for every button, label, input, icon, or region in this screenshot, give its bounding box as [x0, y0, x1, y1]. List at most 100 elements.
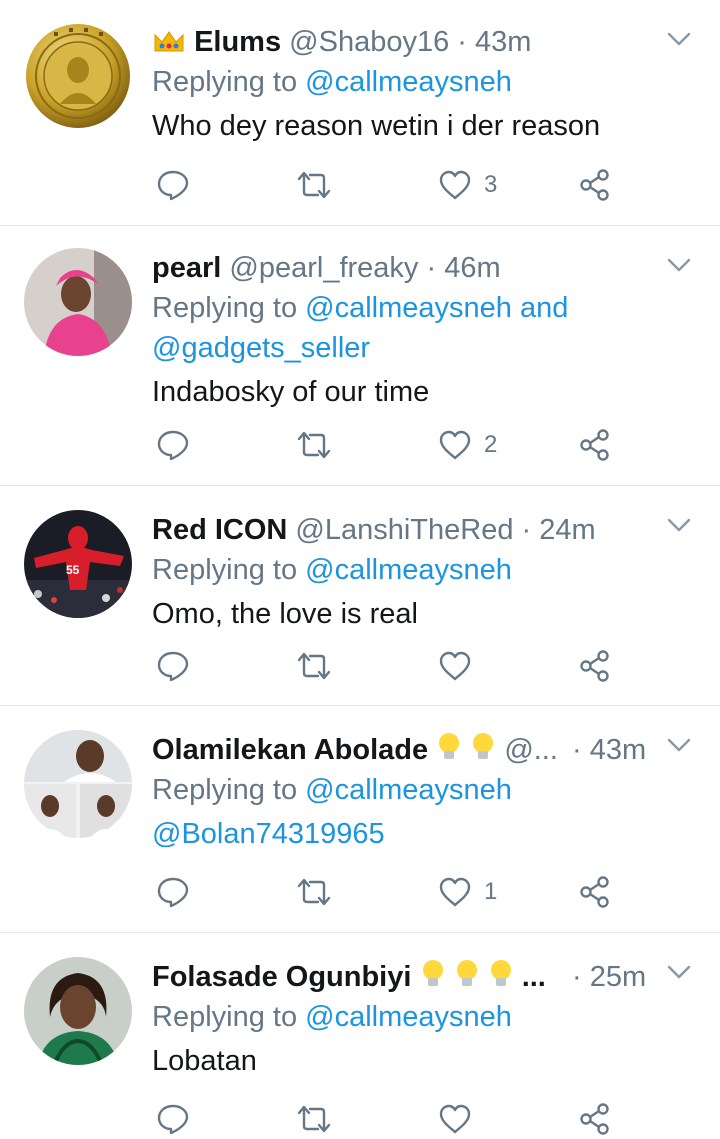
- reply-button[interactable]: [156, 425, 190, 465]
- retweet-button[interactable]: [296, 425, 332, 465]
- coin-avatar: [24, 22, 132, 130]
- avatar[interactable]: [24, 957, 132, 1065]
- reply-context: Replying to @callmeaysneh: [152, 997, 700, 1037]
- tweet-text: Omo, the love is real: [152, 598, 418, 630]
- display-name[interactable]: Olamilekan Abolade: [152, 734, 428, 766]
- handle[interactable]: @Shaboy16: [289, 26, 449, 58]
- lightbulb-icon: [454, 958, 480, 1001]
- reply-button[interactable]: [156, 872, 190, 912]
- reply-button[interactable]: [156, 165, 190, 205]
- like-button[interactable]: 1: [438, 872, 497, 912]
- reply-button[interactable]: [156, 646, 190, 686]
- handle[interactable]: @pearl_freaky: [229, 252, 418, 284]
- chevron-down-icon[interactable]: [666, 959, 692, 985]
- timestamp[interactable]: 46m: [444, 252, 500, 284]
- like-button[interactable]: [438, 646, 484, 686]
- action-bar: 3: [152, 165, 720, 205]
- timestamp[interactable]: 24m: [539, 514, 595, 546]
- lightbulb-icon: [420, 958, 446, 1001]
- share-button[interactable]: [578, 165, 612, 205]
- reply-button[interactable]: [156, 1099, 190, 1139]
- action-bar: 2: [152, 425, 720, 465]
- share-icon: [580, 169, 609, 201]
- retweet-button[interactable]: [296, 872, 332, 912]
- timestamp[interactable]: 43m: [590, 734, 646, 766]
- mention-link[interactable]: @callmeaysneh: [305, 1001, 512, 1033]
- display-name[interactable]: Folasade Ogunbiyi: [152, 961, 411, 993]
- chevron-down-icon[interactable]: [666, 732, 692, 758]
- like-button[interactable]: 3: [438, 165, 497, 205]
- tweet-text: Lobatan: [152, 1045, 257, 1077]
- mascot-55-avatar: 55: [24, 510, 132, 618]
- avatar[interactable]: [24, 730, 132, 838]
- like-icon: [439, 877, 471, 907]
- like-button[interactable]: 2: [438, 425, 497, 465]
- reply-icon: [157, 430, 189, 461]
- like-icon: [439, 430, 471, 460]
- avatar[interactable]: [24, 22, 132, 130]
- chevron-down-icon[interactable]: [666, 512, 692, 538]
- mention-link[interactable]: @callmeaysneh: [305, 554, 512, 586]
- mention-link[interactable]: @callmeaysneh and: [305, 292, 568, 324]
- chevron-down-icon[interactable]: [666, 26, 692, 52]
- tweet[interactable]: Olamilekan Abolade @... · 43m Replying t…: [0, 706, 720, 933]
- share-button[interactable]: [578, 872, 612, 912]
- time-group: · 25m: [572, 957, 646, 997]
- retweet-button[interactable]: [296, 1099, 332, 1139]
- reply-context: @gadgets_seller: [152, 328, 700, 368]
- like-count: 3: [484, 171, 498, 198]
- tweet-text: Indabosky of our time: [152, 376, 430, 408]
- share-button[interactable]: [578, 1099, 612, 1139]
- replying-to-label: Replying to: [152, 292, 298, 324]
- mention-link[interactable]: @gadgets_seller: [152, 332, 370, 364]
- tweet-header: Elums @Shaboy16 · 43m: [152, 22, 700, 62]
- retweet-button[interactable]: [296, 165, 332, 205]
- retweet-button[interactable]: [296, 646, 332, 686]
- reply-context: Replying to @callmeaysneh: [152, 62, 700, 102]
- share-button[interactable]: [578, 646, 612, 686]
- share-button[interactable]: [578, 425, 612, 465]
- tweet[interactable]: Elums @Shaboy16 · 43m Replying to @callm…: [0, 0, 720, 226]
- mention-link[interactable]: @callmeaysneh: [305, 774, 512, 806]
- share-icon: [580, 650, 609, 682]
- display-name[interactable]: Elums: [194, 26, 281, 58]
- handle[interactable]: @...: [504, 734, 558, 766]
- chevron-down-icon[interactable]: [666, 252, 692, 278]
- avatar[interactable]: 55: [24, 510, 132, 618]
- display-name[interactable]: Red ICON: [152, 514, 287, 546]
- timestamp[interactable]: 25m: [590, 961, 646, 993]
- retweet-icon: [297, 171, 331, 199]
- separator: ·: [521, 514, 532, 546]
- retweet-icon: [297, 878, 331, 906]
- like-icon: [439, 651, 471, 681]
- like-button[interactable]: [438, 1099, 484, 1139]
- tweet-text[interactable]: @Bolan74319965: [152, 814, 700, 854]
- reply-icon: [157, 1104, 189, 1135]
- reply-context: Replying to @callmeaysneh: [152, 550, 700, 590]
- action-bar: [152, 646, 720, 686]
- tweet[interactable]: 55 Red ICON @LanshiTheRed · 24m Replying…: [0, 486, 720, 706]
- timestamp[interactable]: 43m: [475, 26, 531, 58]
- retweet-icon: [297, 431, 331, 459]
- reply-icon: [157, 877, 189, 908]
- reply-icon: [157, 651, 189, 682]
- replying-to-label: Replying to: [152, 66, 298, 98]
- share-icon: [580, 429, 609, 461]
- avatar[interactable]: [24, 248, 132, 356]
- action-bar: [152, 1099, 720, 1139]
- woman-avatar: [24, 957, 132, 1065]
- retweet-icon: [297, 1105, 331, 1133]
- handle[interactable]: @LanshiTheRed: [295, 514, 513, 546]
- display-name[interactable]: pearl: [152, 252, 221, 284]
- separator: ·: [572, 961, 582, 993]
- tweet-text: Who dey reason wetin i der reason: [152, 110, 601, 142]
- replying-to-label: Replying to: [152, 774, 298, 806]
- mention-link[interactable]: @callmeaysneh: [305, 66, 512, 98]
- tweet-header: pearl @pearl_freaky · 46m: [152, 248, 700, 288]
- tweet[interactable]: Folasade Ogunbiyi ... · 25m Replying to …: [0, 933, 720, 1135]
- tweet[interactable]: pearl @pearl_freaky · 46m Replying to @c…: [0, 226, 720, 486]
- retweet-icon: [297, 652, 331, 680]
- lightbulb-icon: [470, 731, 496, 774]
- jersey-number: 55: [66, 563, 80, 577]
- separator: ·: [457, 26, 467, 58]
